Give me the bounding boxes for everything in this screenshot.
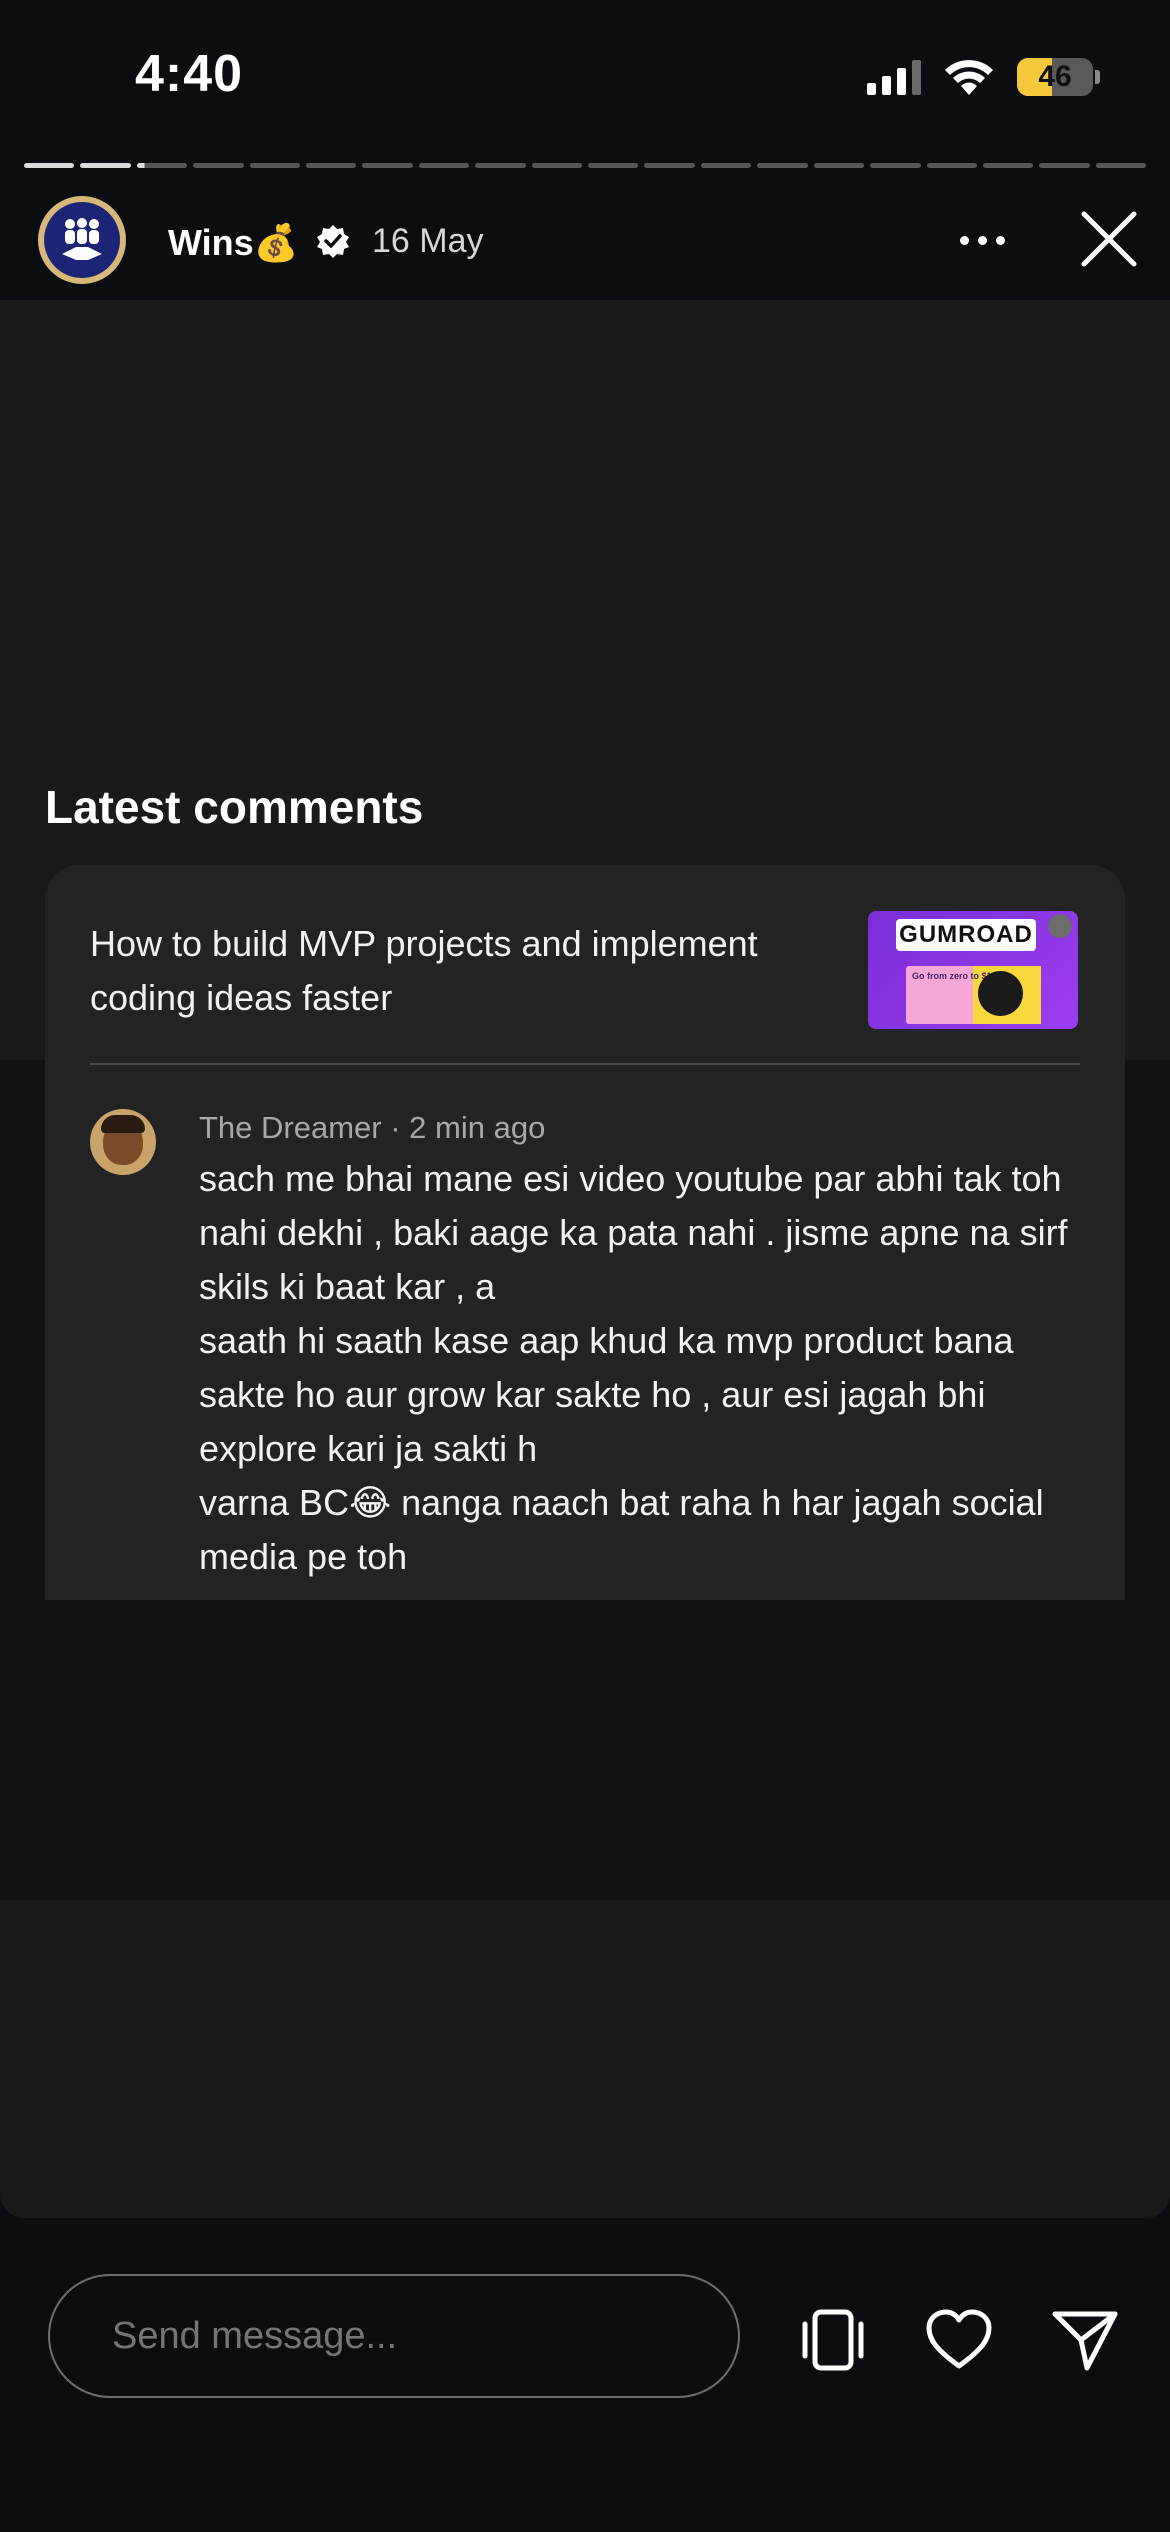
battery-indicator: 46 xyxy=(1017,58,1100,96)
story-progress-segment xyxy=(1095,163,1147,168)
group-handshake-icon xyxy=(62,218,102,260)
story-screen: 4:40 46 Wins💰 16 May Latest comments How… xyxy=(0,0,1170,2532)
comment-meta: The Dreamer · 2 min ago xyxy=(199,1110,546,1145)
thumbnail-person xyxy=(978,971,1023,1016)
verified-badge-icon xyxy=(317,225,349,258)
story-progress-segment xyxy=(418,163,470,168)
comment-author: The Dreamer xyxy=(199,1110,382,1145)
story-progress-segment xyxy=(926,163,977,168)
story-progress-segment xyxy=(870,163,921,168)
wifi-icon xyxy=(945,60,993,95)
heart-icon[interactable] xyxy=(923,2304,995,2376)
story-progress-segment xyxy=(306,163,357,168)
status-time: 4:40 xyxy=(135,45,244,103)
story-progress-segment xyxy=(982,163,1034,168)
commenter-avatar xyxy=(90,1109,156,1175)
comment-card: How to build MVP projects and implement … xyxy=(45,865,1125,1600)
close-icon[interactable] xyxy=(1078,208,1140,270)
story-progress-segment xyxy=(24,163,75,168)
comment-text: sach me bhai mane esi video youtube par … xyxy=(199,1158,1068,1577)
latest-comments-title: Latest comments xyxy=(45,781,424,833)
story-progress-segment xyxy=(475,163,526,168)
story-progress-segment xyxy=(249,163,301,168)
account-avatar[interactable] xyxy=(38,196,126,284)
battery-icon: 46 xyxy=(1017,58,1093,96)
status-bar: 4:40 46 xyxy=(0,0,1170,145)
story-progress-segment xyxy=(813,163,865,168)
thumbnail-text: GUMROAD xyxy=(896,919,1036,951)
story-progress-segment xyxy=(80,163,131,168)
story-progress-segment xyxy=(531,163,583,168)
story-content[interactable]: Latest comments How to build MVP project… xyxy=(0,300,1170,2218)
more-options-icon[interactable] xyxy=(960,230,1020,250)
story-progress-segment xyxy=(362,163,413,168)
story-progress-segment xyxy=(1039,163,1090,168)
story-progress-segment xyxy=(588,163,639,168)
story-progress-segment xyxy=(644,163,695,168)
story-header: Wins💰 16 May xyxy=(0,190,1170,300)
story-date: 16 May xyxy=(372,222,484,260)
send-icon[interactable] xyxy=(1049,2304,1121,2376)
cellular-signal-icon xyxy=(867,59,921,95)
comment-time: 2 min ago xyxy=(409,1110,546,1145)
video-title: How to build MVP projects and implement … xyxy=(90,923,758,1018)
status-icons: 46 xyxy=(867,52,1100,102)
thumbnail-avatar xyxy=(1048,914,1072,938)
story-progress-segment xyxy=(757,163,808,168)
story-progress-segment xyxy=(193,163,244,168)
send-message-input[interactable] xyxy=(48,2274,740,2398)
divider xyxy=(90,1063,1080,1065)
story-progress-bar xyxy=(24,163,1147,169)
thumbnail-caption: Go from zero to $1 xyxy=(912,971,992,981)
battery-percent: 46 xyxy=(1038,60,1072,93)
device-rotate-icon[interactable] xyxy=(797,2304,869,2376)
reply-bar xyxy=(0,2218,1170,2532)
video-thumbnail: GUMROAD Go from zero to $1 xyxy=(868,911,1078,1029)
story-progress-segment xyxy=(136,163,188,168)
story-progress-segment xyxy=(700,163,752,168)
account-name[interactable]: Wins💰 xyxy=(168,222,299,264)
